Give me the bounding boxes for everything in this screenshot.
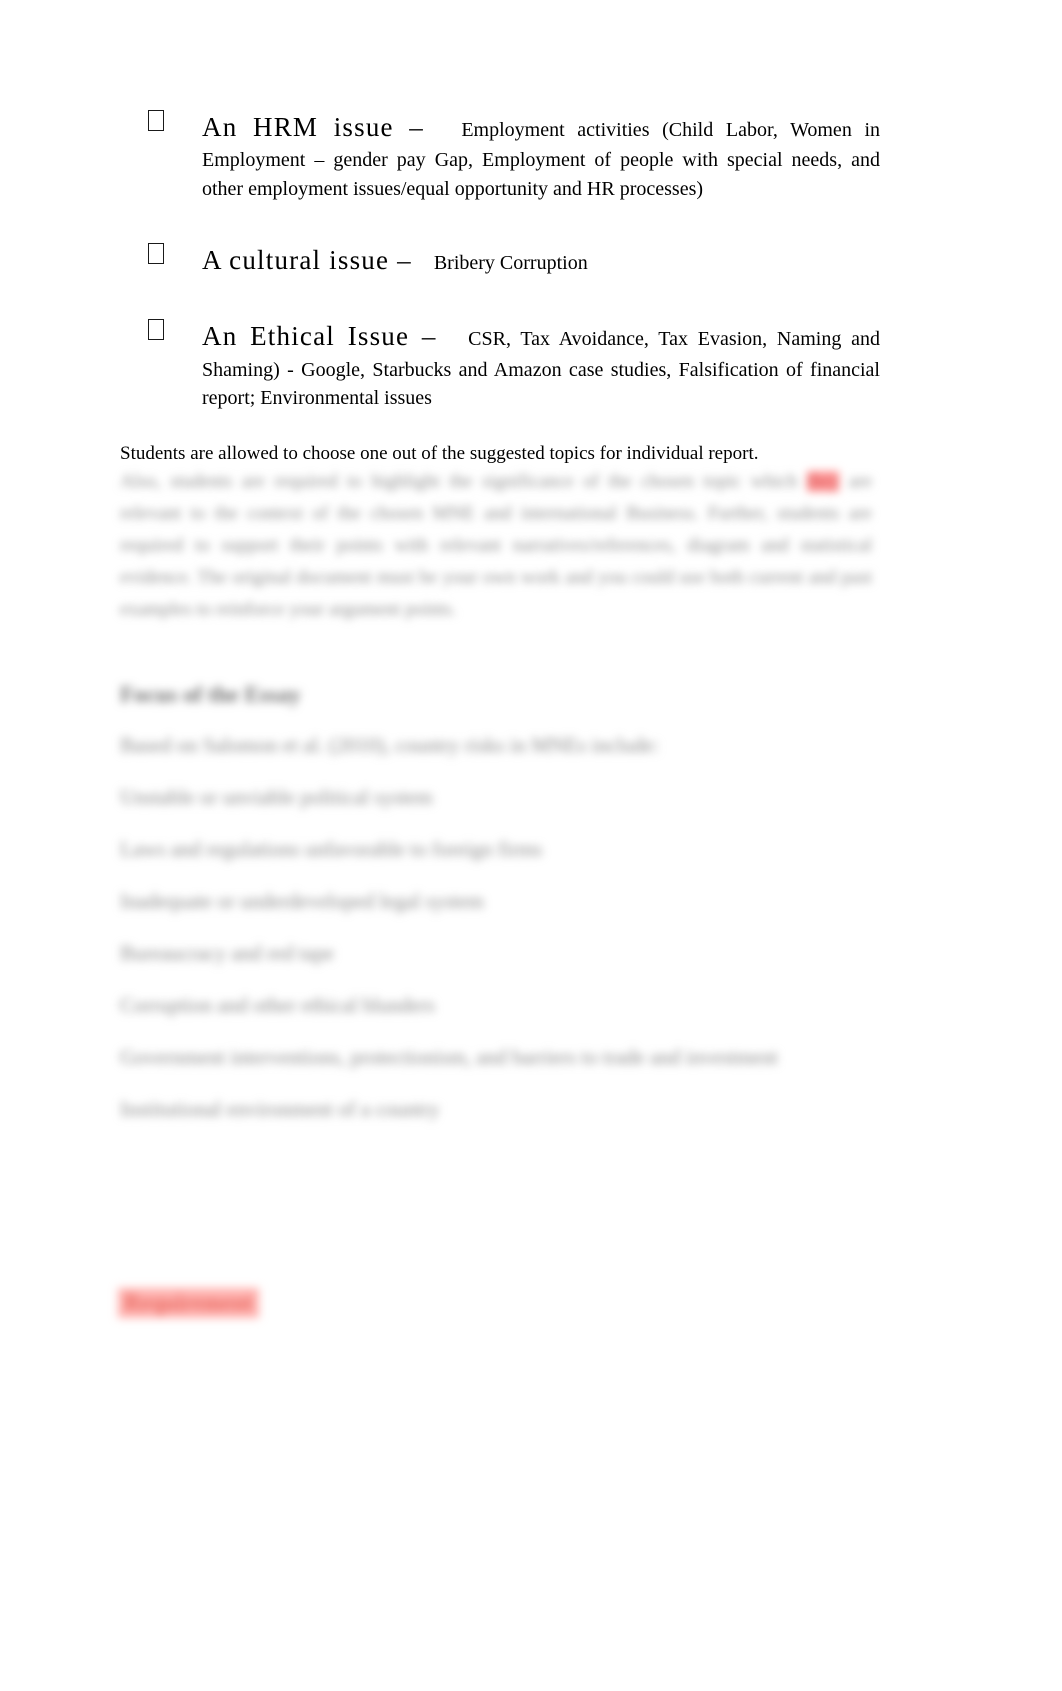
square-bullet-glyph bbox=[148, 110, 164, 131]
bullet-detail-text: Bribery Corruption bbox=[433, 252, 588, 275]
bullet-lead-label: An Ethical Issue – bbox=[202, 321, 437, 352]
blurred-paragraph-pre: Also, students are required to highlight… bbox=[120, 471, 798, 492]
blurred-section-heading: Focus of the Essay bbox=[120, 682, 301, 707]
blurred-paragraph: Also, students are required to highlight… bbox=[120, 466, 872, 626]
document-page: An HRM issue – Employment activities (Ch… bbox=[0, 0, 1062, 1691]
list-item: Laws and regulations unfavorable to fore… bbox=[120, 837, 543, 862]
list-item: A cultural issue – Bribery Corruption bbox=[140, 241, 880, 279]
list-item: Government interventions, protectionism,… bbox=[120, 1045, 778, 1070]
list-item: Unstable or unviable political system bbox=[120, 785, 433, 810]
bullet-lead-label: A cultural issue – bbox=[202, 245, 412, 276]
instruction-note: Students are allowed to choose one out o… bbox=[120, 443, 759, 464]
list-item: Institutional environment of a country bbox=[120, 1097, 440, 1122]
list-item: Based on Salomon et al. (2010), country … bbox=[120, 733, 659, 757]
blurred-paragraph-highlight: they bbox=[806, 471, 840, 492]
list-item: Inadequate or underdeveloped legal syste… bbox=[120, 889, 484, 914]
list-item: An Ethical Issue – CSR, Tax Avoidance, T… bbox=[140, 317, 880, 412]
bullet-lead-label: An HRM issue – bbox=[202, 112, 424, 142]
list-item: Bureaucracy and red tape bbox=[120, 941, 334, 966]
blurred-requirement-label: Requirement bbox=[118, 1288, 259, 1318]
square-bullet-glyph bbox=[148, 243, 164, 265]
list-item: Corruption and other ethical blunders bbox=[120, 993, 435, 1018]
blurred-paragraph-post: are relevant to the context of the chose… bbox=[120, 471, 873, 620]
blurred-focus-list: Based on Salomon et al. (2010), country … bbox=[120, 728, 872, 1144]
topic-bullet-list: An HRM issue – Employment activities (Ch… bbox=[140, 108, 880, 413]
square-bullet-glyph bbox=[148, 319, 164, 341]
list-item: An HRM issue – Employment activities (Ch… bbox=[140, 108, 880, 203]
